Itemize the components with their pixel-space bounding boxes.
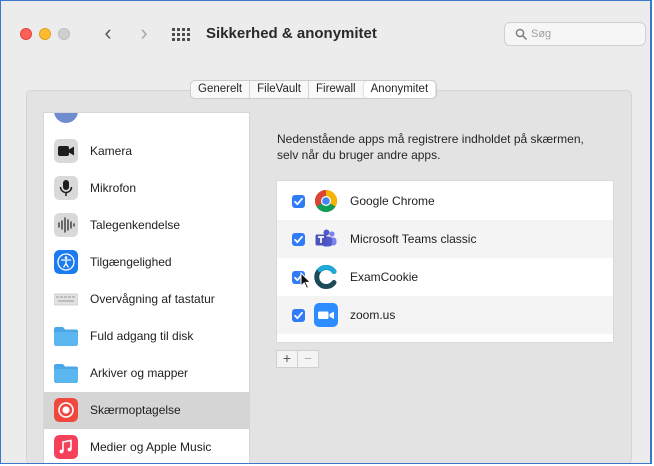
tab-firewall[interactable]: Firewall xyxy=(308,81,363,98)
zoom-window-button[interactable] xyxy=(58,28,70,40)
sidebar-item-label: Mikrofon xyxy=(90,181,137,195)
privacy-sidebar[interactable]: Kamera Mikrofon Talegenkendelse Tilgænge… xyxy=(43,112,250,464)
sidebar-item-mikrofon[interactable]: Mikrofon xyxy=(44,170,249,207)
back-button[interactable]: ‹ xyxy=(99,22,117,45)
remove-app-button[interactable]: − xyxy=(297,351,318,367)
sidebar-item-label: Kamera xyxy=(90,144,133,158)
minimize-window-button[interactable] xyxy=(39,28,51,40)
window-title: Sikkerhed & anonymitet xyxy=(206,25,377,42)
app-label: ExamCookie xyxy=(350,270,419,284)
sidebar-item-label: Skærmoptagelse xyxy=(90,403,181,417)
examcookie-icon xyxy=(314,265,337,289)
sidebar-item-label: Talegenkendelse xyxy=(90,218,181,232)
search-icon xyxy=(515,28,527,40)
sidebar-item-arkiver-og-mapper[interactable]: Arkiver og mapper xyxy=(44,355,249,392)
teams-icon xyxy=(315,229,337,247)
checkmark-icon xyxy=(294,235,303,244)
add-remove-control: + − xyxy=(276,350,319,368)
screen-recording-app-list[interactable]: Google Chrome Microsoft Teams classic Ex… xyxy=(276,180,614,343)
app-label: Google Chrome xyxy=(350,194,435,208)
app-checkbox[interactable] xyxy=(292,233,305,246)
sidebar-item-medier-og-apple-music[interactable]: Medier og Apple Music xyxy=(44,429,249,463)
tab-generelt[interactable]: Generelt xyxy=(191,81,249,98)
app-row-microsoft-teams-classic[interactable]: Microsoft Teams classic xyxy=(277,220,613,258)
sidebar-item-talegenkendelse[interactable]: Talegenkendelse xyxy=(44,207,249,244)
speech-recognition-icon xyxy=(54,213,78,237)
forward-button[interactable]: › xyxy=(135,22,153,45)
show-all-grid-icon[interactable] xyxy=(172,28,192,42)
search-input[interactable] xyxy=(531,25,641,43)
app-row-zoom[interactable]: zoom.us xyxy=(277,296,613,334)
mouse-pointer-icon xyxy=(300,272,312,289)
music-icon xyxy=(54,435,78,459)
sidebar-item-skaermoptagelse[interactable]: Skærmoptagelse xyxy=(44,392,249,429)
chrome-icon xyxy=(315,190,337,212)
permission-description: Nedenstående apps må registrere indholde… xyxy=(277,131,617,163)
sidebar-item-overvaagning-af-tastatur[interactable]: Overvågning af tastatur xyxy=(44,281,249,318)
description-line: selv når du bruger andre apps. xyxy=(277,148,441,162)
sidebar-item-tilgaengelighed[interactable]: Tilgængelighed xyxy=(44,244,249,281)
sidebar-item-fuld-adgang-til-disk[interactable]: Fuld adgang til disk xyxy=(44,318,249,355)
app-label: Microsoft Teams classic xyxy=(350,232,477,246)
screen-recording-icon xyxy=(54,398,78,422)
add-app-button[interactable]: + xyxy=(277,351,297,367)
folder-icon xyxy=(54,364,78,383)
tab-filevault[interactable]: FileVault xyxy=(249,81,308,98)
app-checkbox[interactable] xyxy=(292,195,305,208)
app-label: zoom.us xyxy=(350,308,396,322)
folder-icon xyxy=(54,327,78,346)
close-window-button[interactable] xyxy=(20,28,32,40)
accessibility-icon xyxy=(54,250,78,274)
sidebar-item-label: Fuld adgang til disk xyxy=(90,329,194,343)
microphone-icon xyxy=(54,176,78,200)
tab-bar: Generelt FileVault Firewall Anonymitet xyxy=(190,80,438,99)
sidebar-item-label: Medier og Apple Music xyxy=(90,440,212,454)
partial-sidebar-icon xyxy=(54,113,78,123)
camera-icon xyxy=(54,139,78,163)
tab-anonymitet[interactable]: Anonymitet xyxy=(363,81,436,98)
zoom-icon xyxy=(314,303,338,327)
search-field[interactable] xyxy=(504,22,646,46)
app-row-examcookie[interactable]: ExamCookie xyxy=(277,258,613,296)
sidebar-item-label: Overvågning af tastatur xyxy=(90,292,215,306)
description-line: Nedenstående apps må registrere indholde… xyxy=(277,132,584,146)
title-bar: ‹ › Sikkerhed & anonymitet xyxy=(1,1,651,67)
sidebar-item-label: Tilgængelighed xyxy=(90,255,172,269)
app-checkbox[interactable] xyxy=(292,309,305,322)
checkmark-icon xyxy=(294,311,303,320)
keyboard-icon xyxy=(54,293,78,306)
app-row-google-chrome[interactable]: Google Chrome xyxy=(277,182,613,220)
sidebar-item-kamera[interactable]: Kamera xyxy=(44,133,249,170)
sidebar-item-label: Arkiver og mapper xyxy=(90,366,189,380)
checkmark-icon xyxy=(294,197,303,206)
